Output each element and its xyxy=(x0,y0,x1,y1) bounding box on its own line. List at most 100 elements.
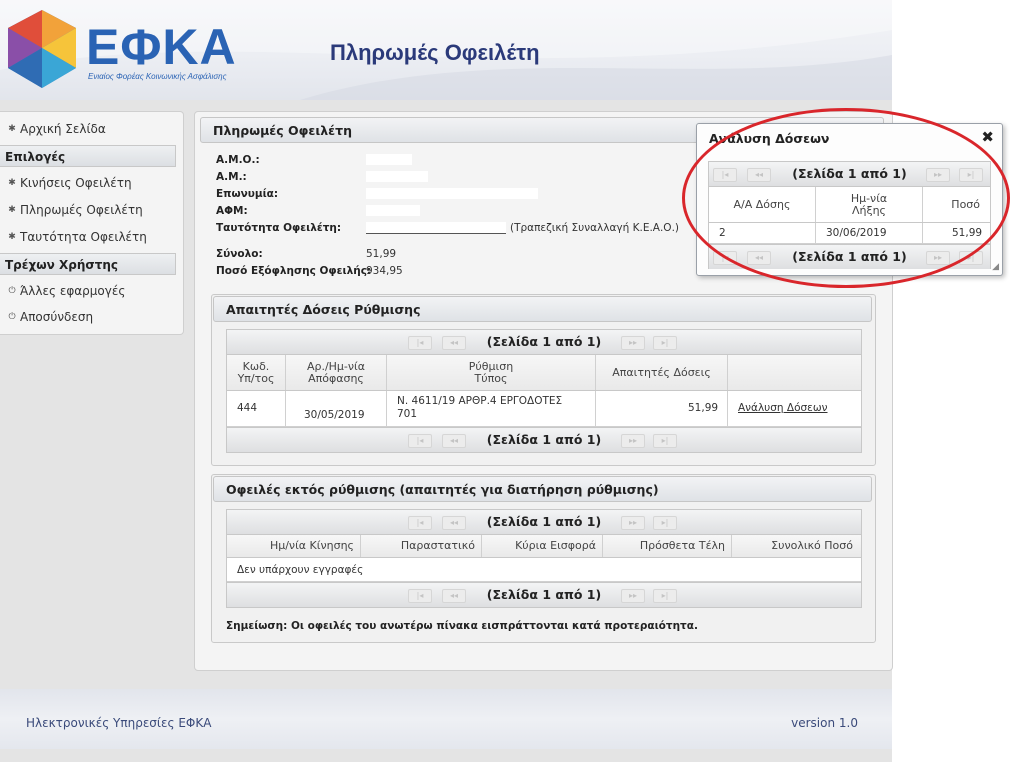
sidebar-item-label: Αποσύνδεση xyxy=(20,310,94,324)
first-page-icon[interactable]: |◂ xyxy=(408,516,432,530)
sidebar-item-payments[interactable]: ✱ Πληρωμές Οφειλέτη xyxy=(7,203,143,217)
gear-icon: ✱ xyxy=(8,205,16,215)
col-due-installments[interactable]: Απαιτητές Δόσεις xyxy=(596,355,728,390)
first-page-icon[interactable]: |◂ xyxy=(408,589,432,603)
cell-amount: 51,99 xyxy=(688,402,719,414)
next-page-icon[interactable]: ▸▸ xyxy=(621,516,645,530)
outside-pager-bottom: |◂ ◂◂ (Σελίδα 1 από 1) ▸▸ ▸| xyxy=(227,582,861,607)
sidebar-item-identity[interactable]: ✱ Ταυτότητα Οφειλέτη xyxy=(7,230,147,244)
first-page-icon[interactable]: |◂ xyxy=(408,434,432,448)
identity-suffix: (Τραπεζική Συναλλαγή Κ.Ε.Α.Ο.) xyxy=(510,222,680,234)
col-decision[interactable]: Αρ./Ημ-νία Απόφασης xyxy=(286,355,387,390)
col-main-contribution[interactable]: Κύρια Εισφορά xyxy=(483,535,603,557)
first-page-icon[interactable]: |◂ xyxy=(408,336,432,350)
header: ΕΦΚΑ Ενιαίος Φορέας Κοινωνικής Ασφάλισης… xyxy=(0,0,892,100)
resize-handle-icon[interactable]: ◢ xyxy=(992,262,999,272)
first-page-icon[interactable]: |◂ xyxy=(713,168,737,182)
priority-note: Σημείωση: Οι οφειλές του ανωτέρω πίνακα … xyxy=(226,620,698,632)
pager-label: (Σελίδα 1 από 1) xyxy=(792,166,907,181)
col-amount[interactable]: Ποσό xyxy=(923,187,990,222)
col-type[interactable]: Ρύθμιση Τύπος xyxy=(387,355,596,390)
cell-code: 444 xyxy=(237,402,258,414)
next-page-icon[interactable]: ▸▸ xyxy=(926,168,950,182)
col-due-date[interactable]: Ημ-νία Λήξης xyxy=(816,187,923,222)
last-page-icon[interactable]: ▸| xyxy=(653,336,677,350)
sidebar-item-label: Αρχική Σελίδα xyxy=(20,122,106,136)
divider xyxy=(727,391,728,426)
next-page-icon[interactable]: ▸▸ xyxy=(621,336,645,350)
next-page-icon[interactable]: ▸▸ xyxy=(926,251,950,265)
dialog-grid: |◂ ◂◂ (Σελίδα 1 από 1) ▸▸ ▸| Α/Α Δόσης Η… xyxy=(708,161,991,269)
cell-amount: 51,99 xyxy=(952,227,983,239)
last-page-icon[interactable]: ▸| xyxy=(959,251,983,265)
first-page-icon[interactable]: |◂ xyxy=(713,251,737,265)
col-installment-no[interactable]: Α/Α Δόσης xyxy=(709,187,816,222)
last-page-icon[interactable]: ▸| xyxy=(959,168,983,182)
outside-debts-panel: Οφειλές εκτός ρύθμισης (απαιτητές για δι… xyxy=(211,474,876,643)
sidebar-item-logout[interactable]: ⏻ Αποσύνδεση xyxy=(7,310,93,324)
close-icon[interactable]: ✖ xyxy=(981,128,994,146)
prev-page-icon[interactable]: ◂◂ xyxy=(747,168,771,182)
col-code[interactable]: Κωδ. Υπ/τος xyxy=(227,355,286,390)
sidebar-item-label: Άλλες εφαρμογές xyxy=(20,284,126,298)
footer-title: Ηλεκτρονικές Υπηρεσίες ΕΦΚΑ xyxy=(26,716,212,730)
pager-label: (Σελίδα 1 από 1) xyxy=(792,249,907,264)
dialog-title[interactable]: Ανάλυση Δόσεων xyxy=(709,131,829,146)
dialog-pager-bottom: |◂ ◂◂ (Σελίδα 1 από 1) ▸▸ ▸| xyxy=(709,244,990,269)
prev-page-icon[interactable]: ◂◂ xyxy=(442,589,466,603)
redacted-identity xyxy=(366,222,506,234)
installments-panel: Απαιτητές Δόσεις Ρύθμισης |◂ ◂◂ (Σελίδα … xyxy=(211,294,876,466)
sidebar: ✱ Αρχική Σελίδα Επιλογές ✱ Κινήσεις Οφει… xyxy=(0,111,184,335)
pager-label: (Σελίδα 1 από 1) xyxy=(486,587,602,602)
next-page-icon[interactable]: ▸▸ xyxy=(621,434,645,448)
divider xyxy=(386,391,387,426)
outside-debts-title: Οφειλές εκτός ρύθμισης (απαιτητές για δι… xyxy=(213,476,872,502)
sidebar-section-options: Επιλογές xyxy=(0,145,176,167)
total-value: 51,99 xyxy=(366,248,397,260)
amo-label: Α.Μ.Ο.: xyxy=(216,154,260,166)
power-icon: ⏻ xyxy=(8,286,16,296)
pager-label: (Σελίδα 1 από 1) xyxy=(486,432,602,447)
sidebar-item-movements[interactable]: ✱ Κινήσεις Οφειλέτη xyxy=(7,176,131,190)
prev-page-icon[interactable]: ◂◂ xyxy=(442,516,466,530)
dialog-header: Α/Α Δόσης Ημ-νία Λήξης Ποσό xyxy=(709,187,990,223)
sidebar-item-home[interactable]: ✱ Αρχική Σελίδα xyxy=(7,122,106,136)
logo-subtitle: Ενιαίος Φορέας Κοινωνικής Ασφάλισης xyxy=(88,72,227,81)
prev-page-icon[interactable]: ◂◂ xyxy=(747,251,771,265)
col-total-amount[interactable]: Συνολικό Ποσό xyxy=(733,535,861,557)
next-page-icon[interactable]: ▸▸ xyxy=(621,589,645,603)
prev-page-icon[interactable]: ◂◂ xyxy=(442,336,466,350)
gear-icon: ✱ xyxy=(8,178,16,188)
divider xyxy=(922,223,923,243)
sidebar-item-label: Πληρωμές Οφειλέτη xyxy=(20,203,143,217)
installments-breakdown-link[interactable]: Ανάλυση Δόσεων xyxy=(738,402,828,414)
last-page-icon[interactable]: ▸| xyxy=(653,516,677,530)
identity-label: Ταυτότητα Οφειλέτη: xyxy=(216,222,342,234)
col-document[interactable]: Παραστατικό xyxy=(362,535,482,557)
efka-logo-icon xyxy=(8,10,76,88)
cell-decision-date: 30/05/2019 xyxy=(304,409,365,421)
col-extra-fees[interactable]: Πρόσθετα Τέλη xyxy=(604,535,732,557)
installments-header: Κωδ. Υπ/τος Αρ./Ημ-νία Απόφασης Ρύθμιση … xyxy=(227,355,861,391)
footer: Ηλεκτρονικές Υπηρεσίες ΕΦΚΑ version 1.0 xyxy=(0,689,892,749)
prev-page-icon[interactable]: ◂◂ xyxy=(442,434,466,448)
am-label: Α.Μ.: xyxy=(216,171,247,183)
cell-type-line2: 701 xyxy=(397,408,418,420)
total-label: Σύνολο: xyxy=(216,248,263,260)
col-movement-date[interactable]: Ημ/νία Κίνησης xyxy=(227,535,361,557)
sidebar-item-other-apps[interactable]: ⏻ Άλλες εφαρμογές xyxy=(7,284,125,298)
redacted-amo xyxy=(366,154,412,165)
installments-pager-top: |◂ ◂◂ (Σελίδα 1 από 1) ▸▸ ▸| xyxy=(227,330,861,355)
divider xyxy=(815,223,816,243)
last-page-icon[interactable]: ▸| xyxy=(653,589,677,603)
sidebar-item-label: Ταυτότητα Οφειλέτη xyxy=(20,230,147,244)
installments-grid: |◂ ◂◂ (Σελίδα 1 από 1) ▸▸ ▸| Κωδ. Υπ/τος… xyxy=(226,329,862,453)
divider xyxy=(595,391,596,426)
payoff-label: Ποσό Εξόφλησης Οφειλής: xyxy=(216,265,372,277)
sidebar-section-current-user: Τρέχων Χρήστης xyxy=(0,253,176,275)
divider xyxy=(285,391,286,426)
redacted-am xyxy=(366,171,428,182)
gear-icon: ✱ xyxy=(8,124,16,134)
col-actions xyxy=(728,355,861,390)
last-page-icon[interactable]: ▸| xyxy=(653,434,677,448)
